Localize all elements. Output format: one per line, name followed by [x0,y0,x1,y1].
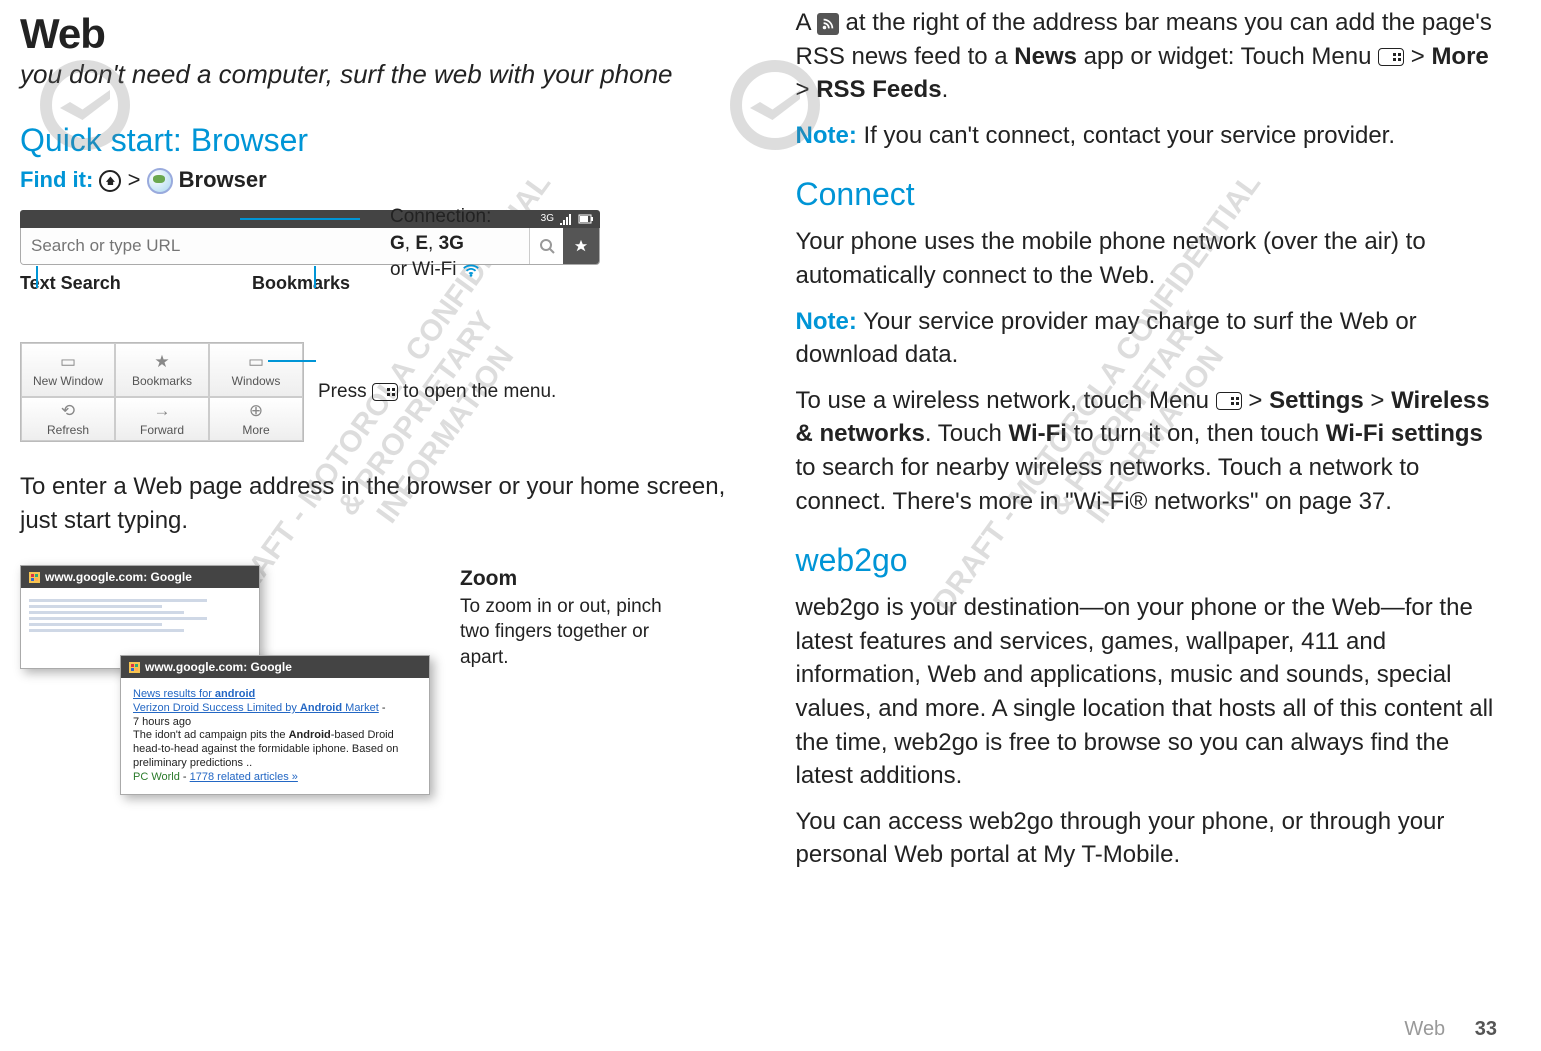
enter-address-text: To enter a Web page address in the brows… [20,470,726,537]
placeholder-line [29,599,207,602]
placeholder-line [29,605,162,608]
wireless-paragraph: To use a wireless network, touch Menu > … [796,384,1502,518]
separator: > [128,167,141,192]
battery-icon [578,211,594,227]
conn-or-wifi: or Wi-Fi [390,259,456,280]
menu-more[interactable]: ⊕More [209,397,303,441]
page-title: Web [20,10,726,58]
news-snippet: News results for android Verizon Droid S… [121,678,429,794]
menu-key-icon [1216,392,1242,410]
page-subtitle: you don't need a computer, surf the web … [20,58,726,92]
zoom-body: To zoom in or out, pinch two fingers tog… [460,594,670,671]
note-charge: Note: Your service provider may charge t… [796,305,1502,372]
placeholder-line [29,629,184,632]
connection-label: Connection: [390,204,491,231]
placeholder-line [29,617,207,620]
web2go-p2: You can access web2go through your phone… [796,805,1502,872]
menu-refresh[interactable]: ⟲Refresh [21,397,115,441]
note-connect: Note: If you can't connect, contact your… [796,119,1502,153]
menu-callout: Press to open the menu. [318,379,556,406]
zoom-title: Zoom [460,565,670,593]
conn-g: G [390,233,405,254]
section-quick-start: Quick start: Browser [20,122,726,159]
menu-forward[interactable]: →Forward [115,397,209,441]
section-web2go: web2go [796,542,1502,579]
bookmarks-label: Bookmarks [252,273,350,294]
browser-window-large: www.google.com: Google News results for … [120,655,430,795]
web2go-p1: web2go is your destination—on your phone… [796,591,1502,793]
placeholder-line [29,623,162,626]
browser-window-small: www.google.com: Google [20,565,260,669]
menu-windows[interactable]: ▭Windows [209,343,303,397]
page-favicon-icon [29,572,40,583]
menu-new-window[interactable]: ▭New Window [21,343,115,397]
callout-line [36,266,38,288]
page-favicon-icon [129,662,140,673]
callout-line [268,360,316,362]
conn-e: E [415,233,428,254]
find-it-label: Find it: [20,167,93,192]
menu-bookmarks[interactable]: ★Bookmarks [115,343,209,397]
window-title: www.google.com: Google [45,570,192,584]
window-title: www.google.com: Google [145,660,292,674]
connect-p1: Your phone uses the mobile phone network… [796,225,1502,292]
rss-icon [817,13,839,35]
callout-line [240,218,360,220]
connection-callout: Connection: G, E, 3G or Wi-Fi [390,204,491,284]
wifi-icon [462,261,480,279]
bookmarks-button[interactable] [563,228,599,264]
zoom-callout: Zoom To zoom in or out, pinch two finger… [460,565,670,670]
status-3g-icon: 3G [541,213,554,224]
section-connect: Connect [796,176,1502,213]
rss-paragraph: A at the right of the address bar means … [796,6,1502,107]
home-icon [99,170,121,192]
footer-section: Web [1404,1018,1445,1040]
signal-icon [558,211,574,227]
placeholder-line [29,611,184,614]
browser-menu: ▭New Window ★Bookmarks ▭Windows ⟲Refresh… [20,342,304,442]
browser-app-name: Browser [179,167,267,192]
page-number: 33 [1475,1018,1497,1040]
page-footer: Web 33 [1404,1018,1497,1041]
find-it-path: Find it: > Browser [20,167,726,194]
browser-globe-icon [147,168,173,194]
search-icon[interactable] [529,228,563,264]
menu-key-icon [372,383,398,401]
menu-key-icon [1378,48,1404,66]
url-bar-illustration: 3G Connection: G, E, [20,210,600,294]
callout-line [314,266,316,288]
conn-3g: 3G [439,233,464,254]
